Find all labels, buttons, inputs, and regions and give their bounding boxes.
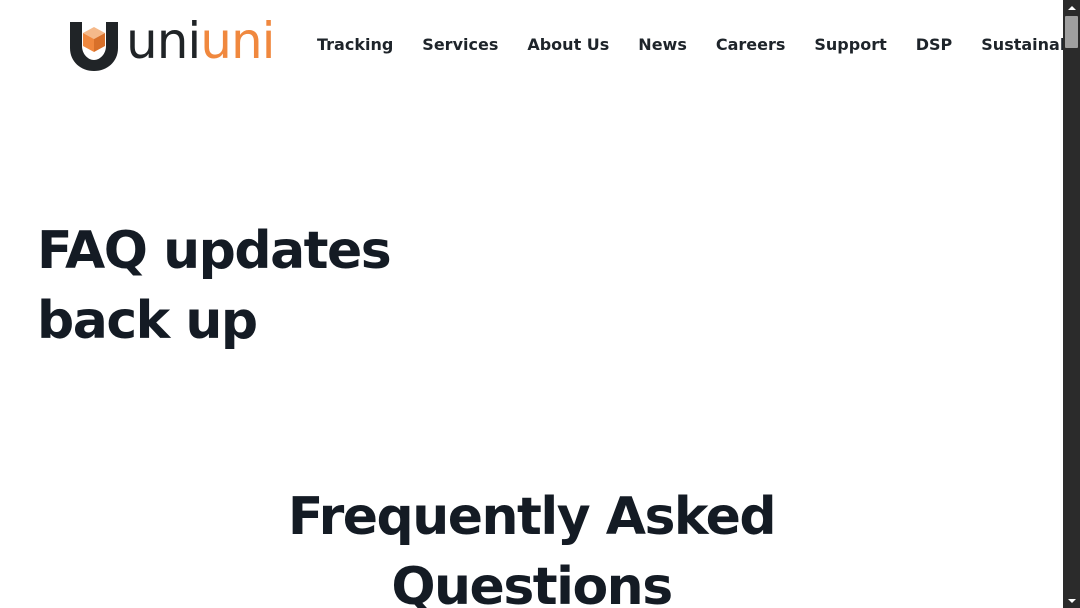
nav-item-tracking[interactable]: Tracking: [317, 34, 393, 56]
faq-heading: Frequently Asked Questions: [0, 482, 1063, 608]
scroll-up-button[interactable]: [1063, 0, 1080, 15]
nav-item-about-us[interactable]: About Us: [527, 34, 609, 56]
main-nav: Tracking Services About Us News Careers …: [317, 34, 1063, 56]
brand-name-part2: uni: [200, 12, 275, 70]
faq-heading-line2: Questions: [391, 557, 673, 608]
arrow-down-icon: [1067, 598, 1076, 603]
nav-item-careers[interactable]: Careers: [716, 34, 786, 56]
arrow-up-icon: [1067, 5, 1076, 10]
box-shield-logo-icon: [70, 22, 118, 71]
nav-item-support[interactable]: Support: [814, 34, 886, 56]
nav-item-news[interactable]: News: [638, 34, 687, 56]
scrollbar-thumb[interactable]: [1065, 16, 1078, 48]
scroll-down-button[interactable]: [1063, 593, 1080, 608]
site-logo[interactable]: uniuni: [68, 16, 276, 72]
brand-name-part1: uni: [126, 12, 201, 70]
hero-title: FAQ updates back up: [37, 216, 457, 356]
hero-title-line1: FAQ updates: [37, 221, 392, 281]
vertical-scrollbar[interactable]: [1063, 0, 1080, 608]
hero-title-line2: back up: [37, 291, 258, 351]
nav-item-services[interactable]: Services: [422, 34, 498, 56]
brand-wordmark: uniuni: [126, 16, 276, 66]
nav-item-dsp[interactable]: DSP: [916, 34, 953, 56]
faq-heading-line1: Frequently Asked: [287, 487, 777, 547]
nav-item-sustainability[interactable]: Sustainability: [981, 34, 1063, 56]
page: uniuni Tracking Services About Us News C…: [0, 0, 1063, 608]
